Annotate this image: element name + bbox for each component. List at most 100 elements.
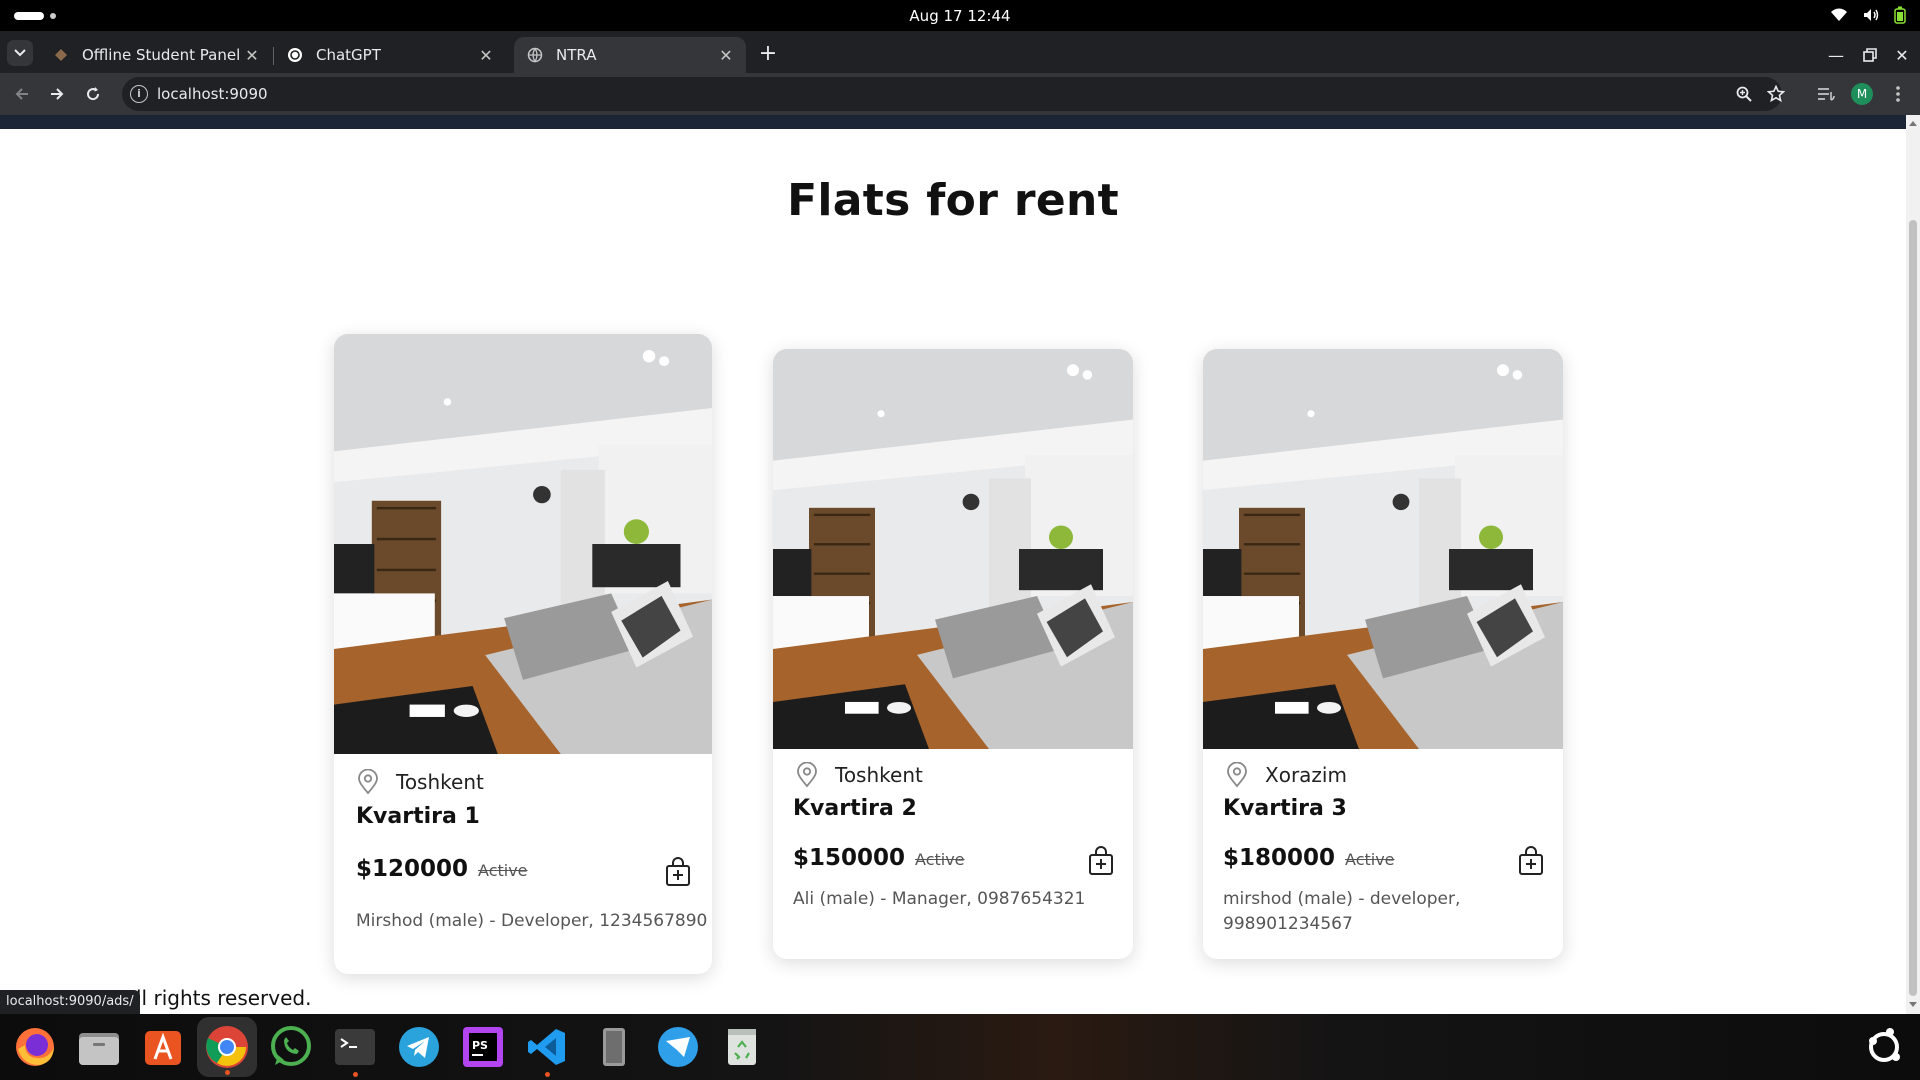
site-info-icon[interactable]: i xyxy=(130,85,148,103)
listing-title[interactable]: Kvartira 2 xyxy=(793,796,917,821)
browser-tab-strip: Offline Student Panel ✕ ChatGPT ✕ NTRA ✕… xyxy=(0,31,1920,73)
listing-location: Xorazim xyxy=(1225,762,1347,788)
telegram-icon[interactable] xyxy=(397,1025,441,1069)
listing-card-2[interactable]: Toshkent Kvartira 2 $150000 Active Ali (… xyxy=(773,349,1133,959)
link-status-bubble: localhost:9090/ads/ xyxy=(0,990,140,1014)
globe-favicon xyxy=(526,46,544,64)
svg-text:PS: PS xyxy=(472,1039,488,1052)
bookmark-star-icon[interactable] xyxy=(1766,84,1786,104)
listing-photo[interactable] xyxy=(1203,349,1563,749)
terminal-icon[interactable] xyxy=(333,1025,377,1077)
forward-arrow-icon xyxy=(51,88,64,100)
tab-search-button[interactable] xyxy=(7,40,33,66)
close-icon[interactable]: ✕ xyxy=(242,45,262,65)
ubuntu-dock: PS xyxy=(0,1014,1920,1080)
zoom-icon[interactable] xyxy=(1734,84,1754,104)
phpstorm-icon[interactable]: PS xyxy=(461,1025,505,1069)
address-bar[interactable]: i localhost:9090 xyxy=(122,77,1785,111)
back-arrow-icon xyxy=(15,88,28,100)
listing-card-3[interactable]: Xorazim Kvartira 3 $180000 Active mirsho… xyxy=(1203,349,1563,959)
vscode-icon[interactable] xyxy=(525,1025,569,1077)
listing-location: Toshkent xyxy=(795,762,923,788)
forward-button[interactable] xyxy=(45,82,69,106)
mail-icon[interactable] xyxy=(656,1025,700,1069)
listing-status: Active xyxy=(915,850,965,869)
tab-chatgpt[interactable]: ChatGPT ✕ xyxy=(274,37,506,73)
add-to-cart-icon[interactable] xyxy=(664,857,692,887)
listing-owner: Ali (male) - Manager, 0987654321 xyxy=(793,889,1086,909)
close-window-button[interactable]: ✕ xyxy=(1890,43,1914,67)
running-indicator xyxy=(545,1072,550,1077)
listing-photo[interactable] xyxy=(773,349,1133,749)
listing-card-1[interactable]: Toshkent Kvartira 1 $120000 Active Mirsh… xyxy=(334,334,712,974)
chrome-icon[interactable] xyxy=(197,1017,257,1077)
listing-status: Active xyxy=(478,861,528,880)
back-button[interactable] xyxy=(10,82,34,106)
page-scrollbar[interactable] xyxy=(1906,115,1920,1014)
add-to-cart-icon[interactable] xyxy=(1517,846,1545,876)
owner-phone: 998901234567 xyxy=(1223,914,1353,934)
location-text: Xorazim xyxy=(1265,763,1347,787)
location-pin-icon xyxy=(1227,762,1247,788)
listing-photo[interactable] xyxy=(334,334,712,754)
url-text[interactable]: localhost:9090 xyxy=(157,85,268,103)
app-center-icon[interactable] xyxy=(141,1025,185,1069)
listing-location: Toshkent xyxy=(356,769,484,795)
listing-price: $150000 xyxy=(793,845,906,871)
tab-offline-student-panel[interactable]: Offline Student Panel ✕ xyxy=(40,37,272,73)
chevron-down-icon xyxy=(14,49,26,57)
diamond-favicon xyxy=(52,46,70,64)
site-navbar-edge xyxy=(0,115,1906,129)
restore-button[interactable] xyxy=(1858,43,1882,67)
location-pin-icon xyxy=(358,769,378,795)
listing-title[interactable]: Kvartira 3 xyxy=(1223,796,1347,821)
tab-ntra[interactable]: NTRA ✕ xyxy=(514,37,746,73)
text-editor-icon[interactable] xyxy=(592,1025,636,1069)
firefox-icon[interactable] xyxy=(13,1025,57,1069)
listing-price-row: $180000 Active xyxy=(1223,845,1395,871)
scroll-down-arrow[interactable] xyxy=(1909,1002,1917,1007)
listing-price-row: $150000 Active xyxy=(793,845,965,871)
close-icon[interactable]: ✕ xyxy=(716,45,736,65)
reload-button[interactable] xyxy=(81,82,105,106)
footer-copyright: ll rights reserved. xyxy=(136,986,312,1010)
listing-owner: mirshod (male) - developer, 998901234567 xyxy=(1223,887,1460,937)
menu-kebab-icon[interactable] xyxy=(1886,82,1910,106)
minimize-button[interactable]: — xyxy=(1824,43,1848,67)
show-apps-icon[interactable] xyxy=(1862,1025,1906,1069)
system-tray[interactable] xyxy=(1830,6,1906,24)
listing-price: $180000 xyxy=(1223,845,1336,871)
system-top-bar: Aug 17 12:44 xyxy=(0,0,1920,31)
page-title: Flats for rent xyxy=(787,175,1119,226)
location-text: Toshkent xyxy=(396,770,484,794)
chatgpt-favicon xyxy=(286,46,304,64)
reload-icon xyxy=(87,87,100,101)
listing-price: $120000 xyxy=(356,856,469,882)
running-indicator xyxy=(353,1072,358,1077)
scroll-up-arrow[interactable] xyxy=(1909,121,1917,126)
profile-avatar[interactable]: M xyxy=(1851,83,1873,105)
listing-status: Active xyxy=(1345,850,1395,869)
page-viewport: Flats for rent Toshkent Kvartira 1 $1200… xyxy=(0,115,1920,1014)
trash-icon[interactable] xyxy=(720,1025,764,1069)
listing-title[interactable]: Kvartira 1 xyxy=(356,804,480,829)
new-tab-button[interactable]: + xyxy=(756,43,780,67)
owner-line: mirshod (male) - developer, xyxy=(1223,889,1461,909)
running-indicator xyxy=(225,1070,230,1075)
volume-icon xyxy=(1864,9,1879,21)
close-icon[interactable]: ✕ xyxy=(476,45,496,65)
whatsapp-icon[interactable] xyxy=(269,1025,313,1069)
battery-icon xyxy=(1894,6,1906,24)
add-to-cart-icon[interactable] xyxy=(1087,846,1115,876)
system-clock[interactable]: Aug 17 12:44 xyxy=(0,7,1920,25)
tab-title: ChatGPT xyxy=(316,46,381,64)
files-icon[interactable] xyxy=(77,1025,121,1069)
listing-price-row: $120000 Active xyxy=(356,856,528,882)
browser-toolbar: i localhost:9090 M xyxy=(0,73,1920,115)
restore-icon xyxy=(1863,48,1877,62)
location-text: Toshkent xyxy=(835,763,923,787)
reading-list-icon[interactable] xyxy=(1814,82,1838,106)
scrollbar-thumb[interactable] xyxy=(1909,220,1917,996)
tab-title: Offline Student Panel xyxy=(82,46,241,64)
tab-title: NTRA xyxy=(556,46,597,64)
